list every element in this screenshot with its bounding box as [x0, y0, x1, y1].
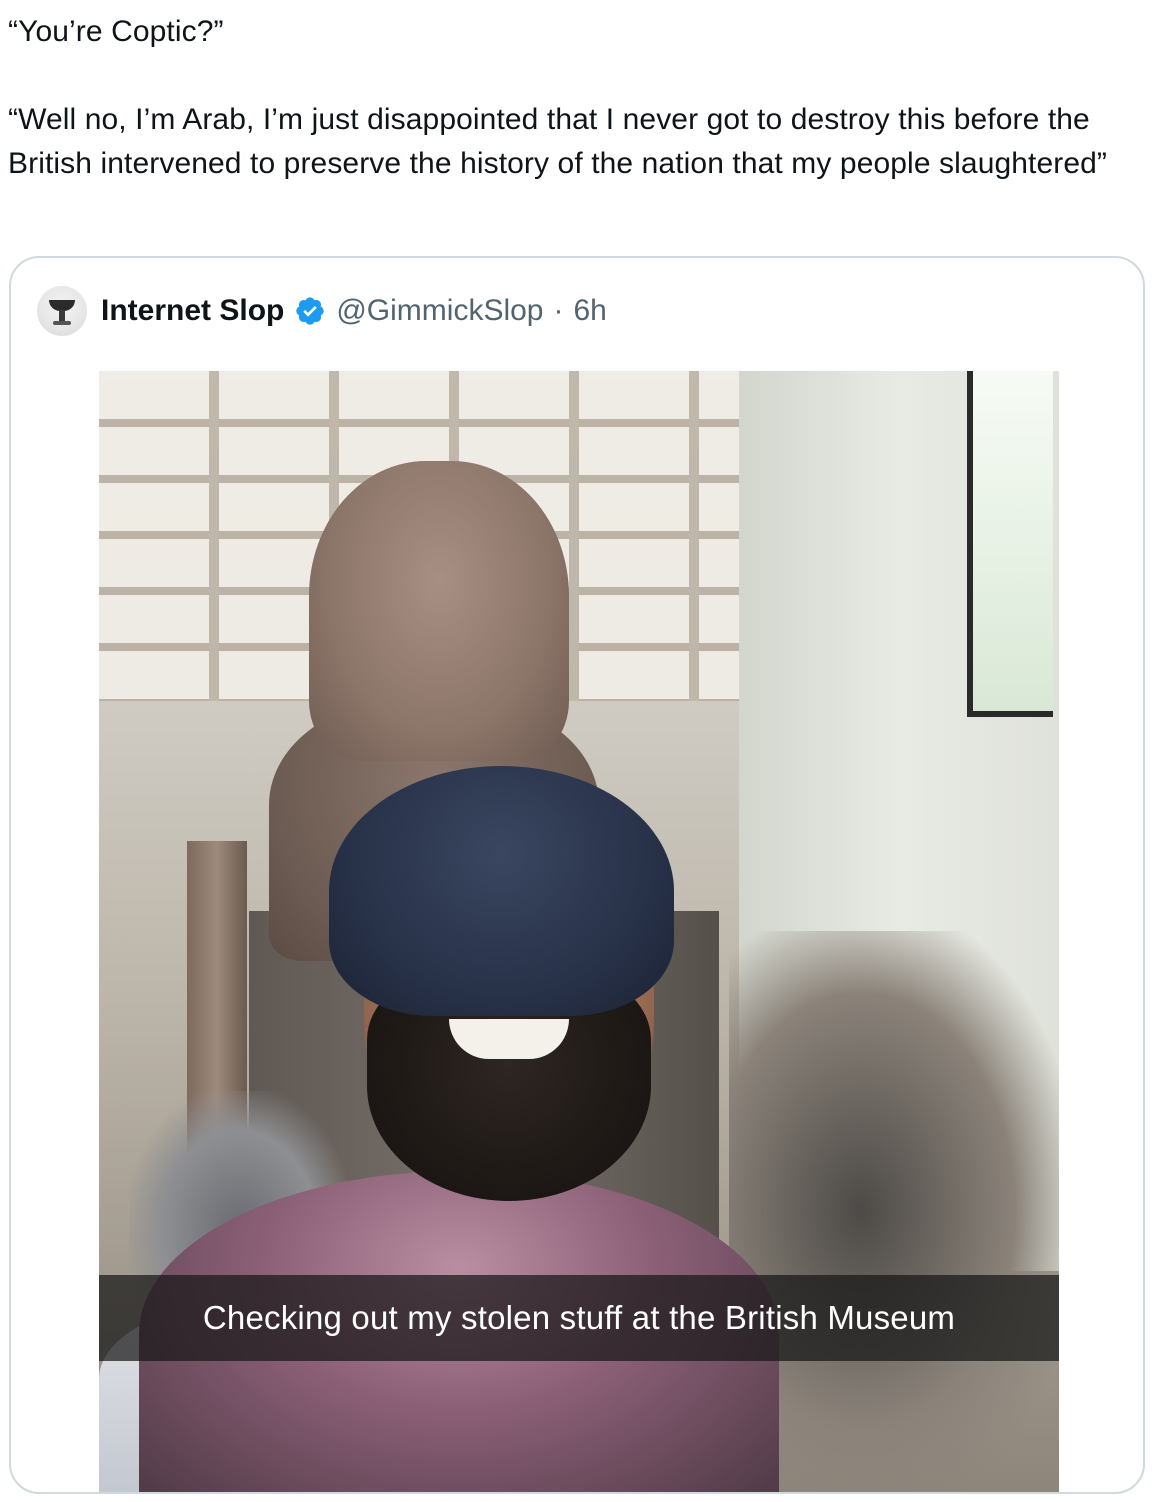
tweet-text-line-1: “You’re Coptic?”	[8, 15, 224, 48]
tweet-text-line-2: “Well no, I’m Arab, I’m just disappointe…	[8, 103, 1108, 180]
pharaoh-statue-head	[309, 461, 569, 761]
quoted-tweet-header: Internet Slop @GimmickSlop · 6h	[37, 286, 607, 336]
tweet-media-photo[interactable]: Checking out my stolen stuff at the Brit…	[99, 371, 1059, 1492]
avatar[interactable]	[37, 286, 87, 336]
museum-window	[967, 371, 1053, 717]
separator-dot: ·	[553, 294, 564, 327]
snap-caption-bar: Checking out my stolen stuff at the Brit…	[99, 1275, 1059, 1361]
display-name[interactable]: Internet Slop	[101, 294, 284, 328]
quoted-tweet-card[interactable]: Internet Slop @GimmickSlop · 6h Checking…	[9, 256, 1145, 1494]
snap-caption-text: Checking out my stolen stuff at the Brit…	[202, 1299, 956, 1336]
verified-badge-icon	[294, 295, 326, 327]
tweet-text: “You’re Coptic?” “Well no, I’m Arab, I’m…	[8, 10, 1148, 186]
handle[interactable]: @GimmickSlop	[336, 294, 543, 328]
timestamp[interactable]: 6h	[574, 294, 607, 328]
beanie-hat	[329, 766, 674, 1016]
